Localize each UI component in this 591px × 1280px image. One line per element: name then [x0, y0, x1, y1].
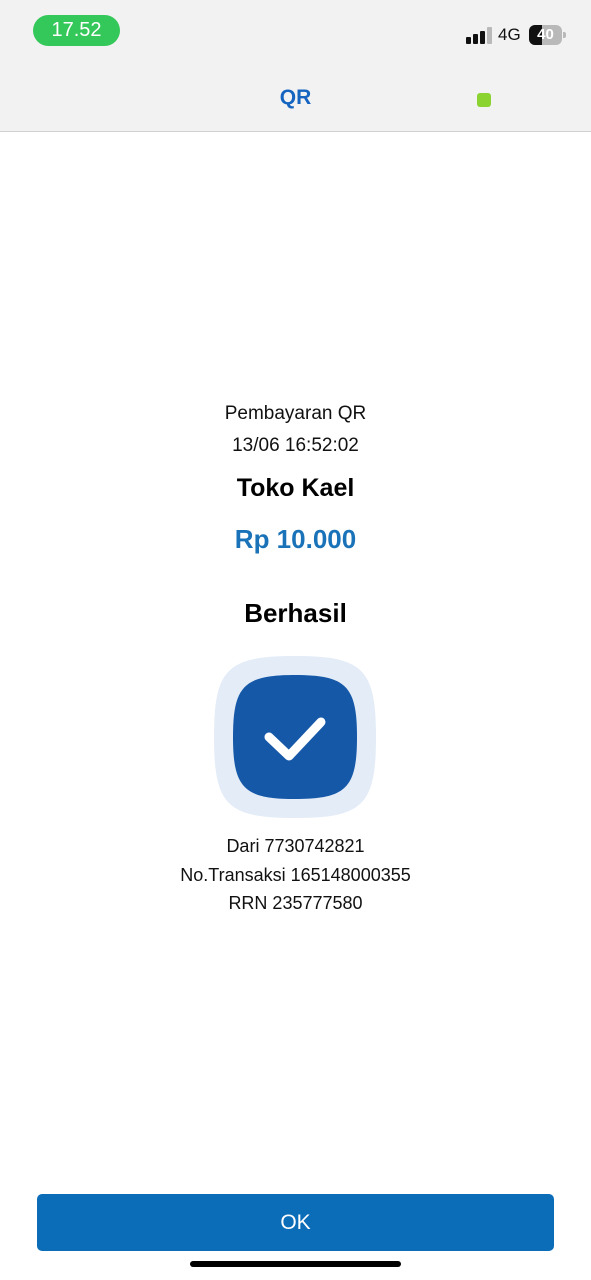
page-title: QR — [279, 86, 312, 109]
payment-status: Berhasil — [244, 598, 347, 628]
status-time: 17.52 — [33, 15, 120, 46]
battery-level: 40 — [537, 26, 554, 43]
battery-icon: 40 — [529, 25, 562, 45]
payment-datetime: 13/06 16:52:02 — [232, 435, 359, 456]
home-indicator[interactable] — [190, 1261, 401, 1267]
transaction-number: No.Transaksi 165148000355 — [180, 865, 411, 885]
battery-cap — [563, 32, 566, 38]
nav-bar: QR — [0, 66, 591, 132]
merchant-name: Toko Kael — [236, 474, 355, 502]
network-type: 4G — [498, 25, 521, 44]
sender-account: Dari 7730742821 — [226, 836, 365, 856]
status-indicator-icon — [477, 93, 491, 107]
rrn-number: RRN 235777580 — [228, 893, 363, 913]
payment-amount: Rp 10.000 — [234, 524, 357, 554]
check-icon-badge — [233, 675, 357, 799]
check-icon — [213, 655, 377, 819]
payment-type: Pembayaran QR — [224, 403, 367, 424]
status-bar: 17.52 4G 40 — [0, 0, 591, 66]
ok-button[interactable]: OK — [37, 1194, 554, 1251]
cellular-signal-icon — [466, 27, 492, 44]
